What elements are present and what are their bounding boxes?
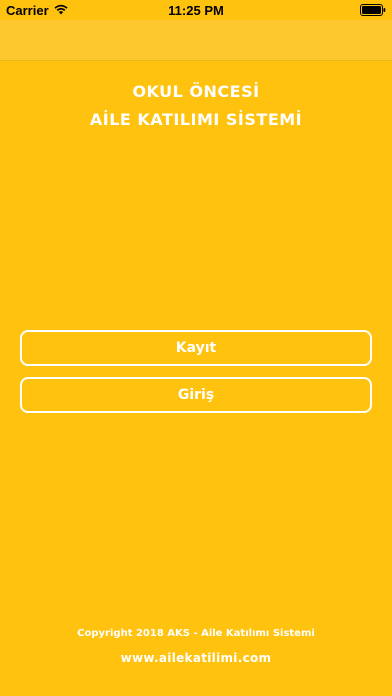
login-button-label: Giriş	[177, 387, 215, 403]
footer: Copyright 2018 AKS - Aile Katılımı Siste…	[0, 626, 392, 666]
battery-icon	[360, 4, 386, 19]
website-link[interactable]: www.ailekatilimi.com	[0, 650, 392, 666]
register-button[interactable]: Kayıt	[20, 330, 372, 366]
register-button-label: Kayıt	[175, 340, 217, 356]
login-button[interactable]: Giriş	[20, 377, 372, 413]
navigation-bar	[0, 20, 392, 61]
copyright-text: Copyright 2018 AKS - Aile Katılımı Siste…	[77, 628, 315, 639]
status-bar: Carrier 11:25 PM	[0, 0, 392, 20]
title-line-2: AİLE KATILIMI SİSTEMİ	[89, 110, 303, 129]
status-time: 11:25 PM	[168, 3, 224, 18]
status-right	[360, 4, 386, 19]
title-line-1: OKUL ÖNCESİ	[132, 82, 260, 101]
app-title: OKUL ÖNCESİ AİLE KATILIMI SİSTEMİ	[0, 78, 392, 134]
